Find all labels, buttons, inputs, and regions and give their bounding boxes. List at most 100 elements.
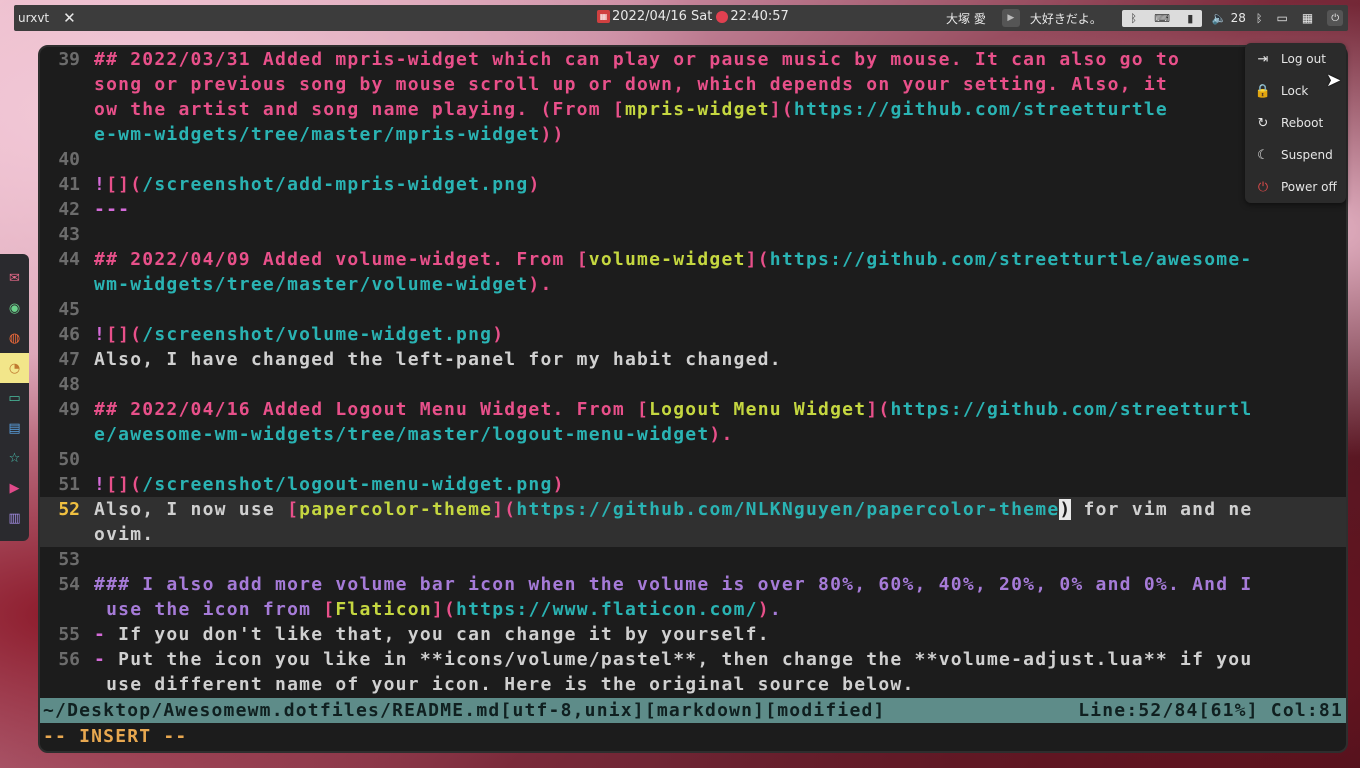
editor-line[interactable]: 55- If you don't like that, you can chan… xyxy=(40,622,1346,647)
editor-line[interactable]: e-wm-widgets/tree/master/mpris-widget)) xyxy=(40,122,1346,147)
code-token: https://www.flaticon.com/ xyxy=(456,599,758,620)
editor-line[interactable]: 41 ![](/screenshot/add-mpris-widget.png) xyxy=(40,172,1346,197)
code-token: Also, I now use xyxy=(94,499,288,520)
code-token: ) xyxy=(709,424,722,445)
star-icon[interactable]: ☆ xyxy=(0,443,29,473)
system-tray[interactable]: ᛒ ⌨ ▮ xyxy=(1121,9,1202,27)
code-token: [ xyxy=(637,399,650,420)
editor-line[interactable]: 42 --- xyxy=(40,197,1346,222)
editor-line[interactable]: 54 ### I also add more volume bar icon wh… xyxy=(40,572,1346,597)
editor-line[interactable]: 49 ## 2022/04/16 Added Logout Menu Widget… xyxy=(40,397,1346,422)
notes-icon[interactable]: ▤ xyxy=(0,413,29,443)
top-bar: urxvt ✕ ▦ 2022/04/16 Sat 22:40:57 大塚 愛 ▶… xyxy=(14,5,1348,31)
code-token: ]( xyxy=(769,99,794,120)
code-token: ) xyxy=(757,599,770,620)
code-token: ) xyxy=(528,174,541,195)
calendar-icon: ▦ xyxy=(597,10,610,23)
window-title: urxvt xyxy=(18,11,50,25)
code-token: ! xyxy=(94,324,107,345)
logout-menu: ⇥ Log out 🔒 Lock ↻ Reboot ☾ Suspend ⏻ Po… xyxy=(1245,43,1346,203)
battery-tray-icon[interactable]: ▮ xyxy=(1187,12,1193,25)
firefox-icon[interactable]: ◍ xyxy=(0,323,29,353)
line-number: 49 xyxy=(58,399,80,420)
mpris-artist: 大塚 愛 xyxy=(946,11,986,26)
code-token: /screenshot/logout-menu-widget.png xyxy=(142,474,553,495)
editor-line[interactable]: 52 Also, I now use [papercolor-theme](htt… xyxy=(40,497,1346,522)
code-token: ! xyxy=(94,174,107,195)
editor-line[interactable]: use the icon from [Flaticon](https://www… xyxy=(40,597,1346,622)
line-number: 40 xyxy=(58,149,80,170)
logout-label: Log out xyxy=(1281,52,1326,66)
code-token: If you don't like that, you can change i… xyxy=(106,624,770,645)
lock-icon: 🔒 xyxy=(1254,83,1272,99)
monitor-icon[interactable]: ▭ xyxy=(1277,11,1288,25)
code-token: Also, I have changed the left-panel for … xyxy=(94,349,782,370)
keyboard-icon[interactable]: ⌨ xyxy=(1154,12,1170,25)
code-token: ## 2022/03/31 Added mpris-widget which c… xyxy=(94,49,1181,70)
editor-line[interactable]: 47 Also, I have changed the left-panel fo… xyxy=(40,347,1346,372)
code-token: https://github.com/streetturtle/awesome- xyxy=(769,249,1253,270)
clock[interactable]: ▦ 2022/04/16 Sat 22:40:57 xyxy=(597,9,789,24)
bluetooth-tray-icon[interactable]: ᛒ xyxy=(1130,12,1137,25)
code-token: . xyxy=(721,424,734,445)
youtube-icon[interactable]: ▶ xyxy=(0,473,29,503)
folder-icon[interactable]: ▭ xyxy=(0,383,29,413)
power-button-icon[interactable]: ⏻ xyxy=(1327,10,1344,26)
code-token: ]( xyxy=(492,499,517,520)
code-token: https://github.com/NLKNguyen/papercolor-… xyxy=(516,499,1060,520)
code-token: Flaticon xyxy=(335,599,432,620)
editor-line[interactable]: 43 xyxy=(40,222,1346,247)
code-token: ) xyxy=(492,324,505,345)
suspend-item[interactable]: ☾ Suspend xyxy=(1245,139,1346,171)
editor-line[interactable]: e/awesome-wm-widgets/tree/master/logout-… xyxy=(40,422,1346,447)
editor-line[interactable]: 51 ![](/screenshot/logout-menu-widget.png… xyxy=(40,472,1346,497)
editor-line[interactable]: 56- Put the icon you like in **icons/vol… xyxy=(40,647,1346,672)
editor-line[interactable]: ow the artist and song name playing. (Fr… xyxy=(40,97,1346,122)
editor-line[interactable]: 39 ## 2022/03/31 Added mpris-widget which… xyxy=(40,47,1346,72)
play-icon[interactable]: ▶ xyxy=(1001,9,1020,27)
reboot-item[interactable]: ↻ Reboot xyxy=(1245,107,1346,139)
code-token: https://github.com/streetturtl xyxy=(890,399,1253,420)
editor-line[interactable]: 53 xyxy=(40,547,1346,572)
editor-line[interactable]: 40 xyxy=(40,147,1346,172)
editor-line[interactable]: 46 ![](/screenshot/volume-widget.png) xyxy=(40,322,1346,347)
editor-line[interactable]: ovim. xyxy=(40,522,1346,547)
vim-mode: -- INSERT -- xyxy=(43,726,188,747)
terminal-window[interactable]: 39 ## 2022/03/31 Added mpris-widget which… xyxy=(38,45,1348,753)
editor-line[interactable]: wm-widgets/tree/master/volume-widget). xyxy=(40,272,1346,297)
editor-line[interactable]: song or previous song by mouse scroll up… xyxy=(40,72,1346,97)
close-icon[interactable]: ✕ xyxy=(63,9,76,27)
code-token: ]( xyxy=(745,249,770,270)
code-token: https://github.com/streetturtle xyxy=(793,99,1168,120)
layout-icon[interactable]: ▦ xyxy=(1302,11,1313,25)
code-token: song or previous song by mouse scroll up… xyxy=(94,74,1168,95)
file-icon[interactable]: ▥ xyxy=(0,503,29,533)
editor-line[interactable]: 44 ## 2022/04/09 Added volume-widget. Fro… xyxy=(40,247,1346,272)
code-token: [ xyxy=(287,499,300,520)
spotify-icon[interactable]: ◉ xyxy=(0,293,29,323)
volume-level: 28 xyxy=(1230,11,1246,25)
editor-line[interactable]: 50 xyxy=(40,447,1346,472)
code-token: /screenshot/add-mpris-widget.png xyxy=(142,174,529,195)
code-token: )) xyxy=(540,124,565,145)
code-token: ow the artist and song name playing. (Fr… xyxy=(94,99,613,120)
line-number: 53 xyxy=(58,549,80,570)
volume-widget[interactable]: 🔈 28 xyxy=(1212,11,1246,25)
editor-line[interactable]: 45 xyxy=(40,297,1346,322)
power-off-item[interactable]: ⏻ Power off xyxy=(1245,171,1346,203)
code-token: volume-widget xyxy=(588,249,746,270)
editor-line[interactable]: 48 xyxy=(40,372,1346,397)
code-token: [ xyxy=(576,249,589,270)
code-token: ! xyxy=(94,474,107,495)
editor-buffer[interactable]: 39 ## 2022/03/31 Added mpris-widget which… xyxy=(40,47,1346,697)
code-token: []( xyxy=(106,474,143,495)
code-token: ]( xyxy=(866,399,891,420)
editor-line[interactable]: use different name of your icon. Here is… xyxy=(40,672,1346,697)
mail-icon[interactable]: ✉ xyxy=(0,263,29,293)
code-token: . xyxy=(540,274,553,295)
bluetooth-icon[interactable]: ᛒ xyxy=(1256,12,1263,25)
line-number: 44 xyxy=(58,249,80,270)
status-file-info: ~/Desktop/Awesomewm.dotfiles/README.md[u… xyxy=(43,700,886,721)
text-cursor: ) xyxy=(1059,499,1072,520)
clock-icon[interactable]: ◔ xyxy=(0,353,29,383)
